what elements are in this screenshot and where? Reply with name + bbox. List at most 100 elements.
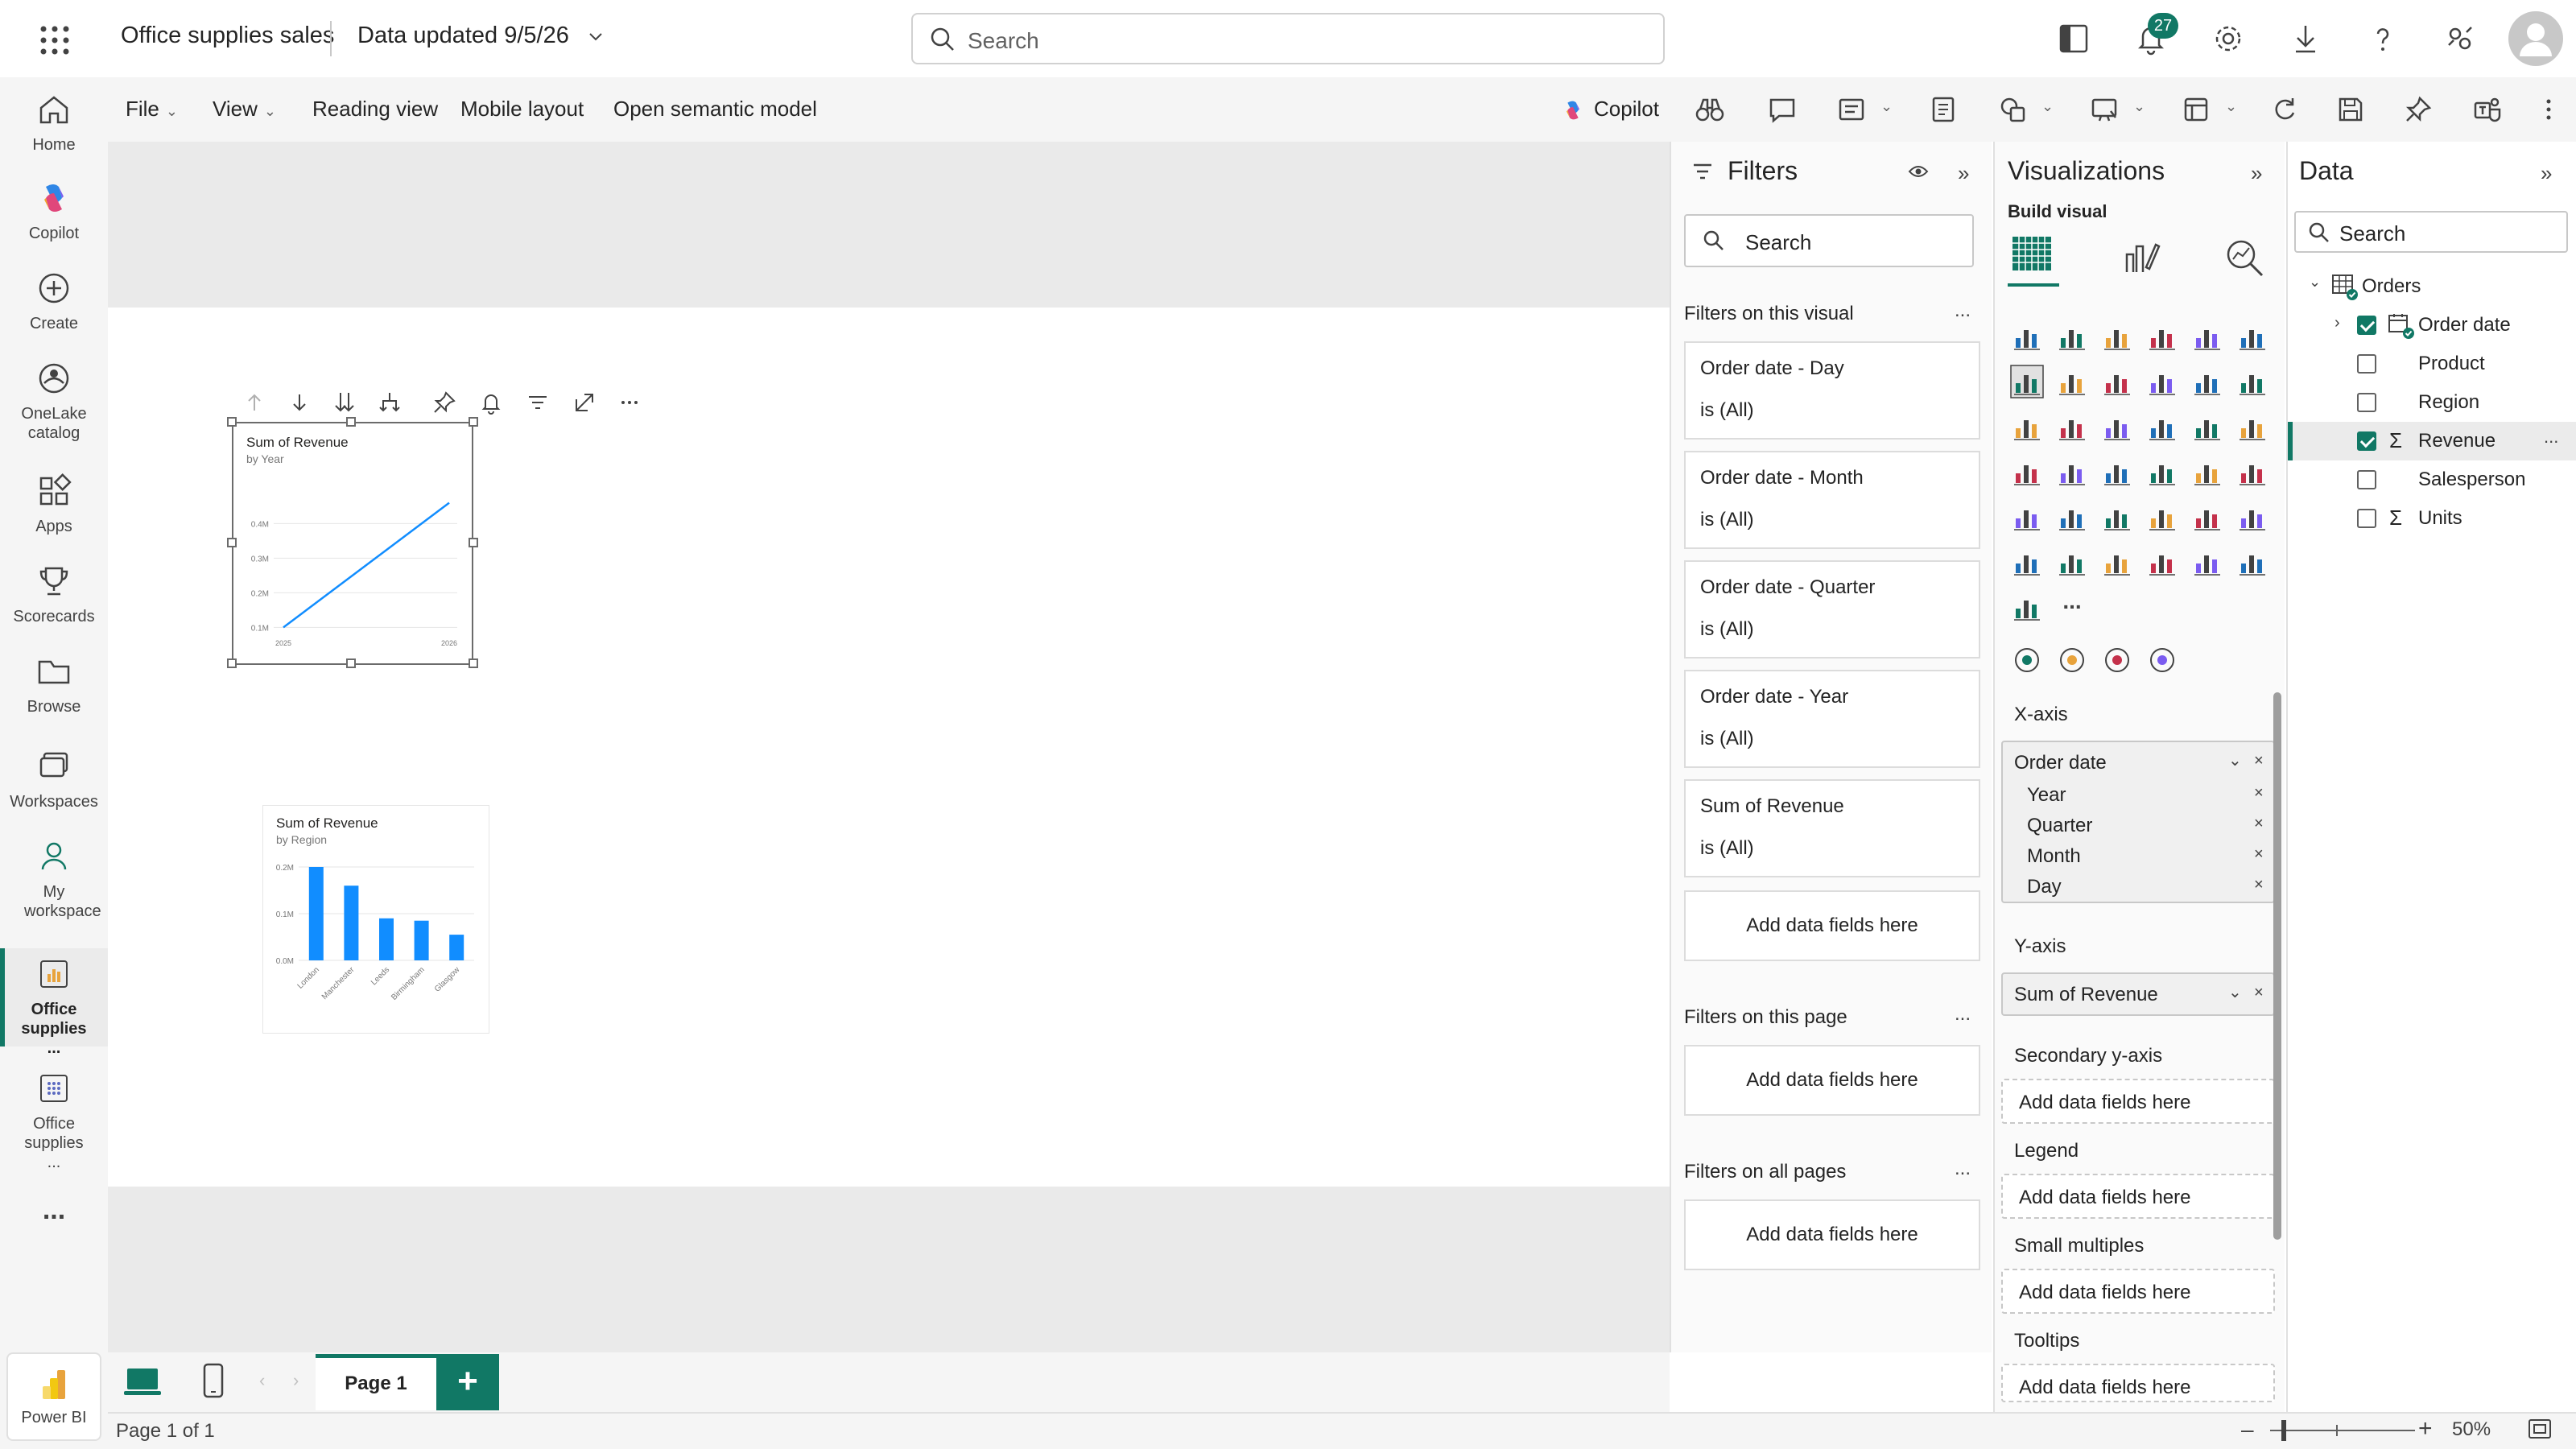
filters-on-visual-more-button[interactable]: ... [1955,299,1971,322]
resize-handle[interactable] [346,658,356,668]
nav-copilot[interactable]: Copilot [0,179,108,243]
field-salesperson[interactable]: Salesperson [2418,469,2525,491]
donut-chart-icon[interactable] [2235,409,2270,444]
y-axis-field-pill[interactable]: Sum of Revenue [2014,984,2158,1006]
chevron-down-icon[interactable]: ⌄ [2041,98,2054,115]
add-page-button[interactable]: + [436,1354,499,1410]
settings-gear-icon[interactable] [2209,19,2248,58]
ribbon-chart-icon[interactable] [2009,409,2045,444]
field-product[interactable]: Product [2418,353,2485,375]
x-axis-level-quarter[interactable]: Quarter [2027,815,2092,837]
reading-view-button[interactable]: Reading view [312,97,438,122]
map-icon[interactable] [2054,454,2090,489]
table-icon[interactable] [2054,499,2090,535]
azure-maps-extra-icon[interactable] [2009,642,2045,678]
stacked-area-chart-icon[interactable] [2099,364,2135,399]
file-menu[interactable]: File ⌄ [126,97,178,122]
download-icon[interactable] [2286,19,2325,58]
field-checkbox-product[interactable] [2357,354,2376,374]
x-axis-level-year[interactable]: Year [2027,784,2066,807]
kpi-icon[interactable] [2235,454,2270,489]
add-visual-filter-drop-zone[interactable]: Add data fields here [1684,890,1980,961]
area-chart-icon[interactable] [2054,364,2090,399]
filter-card[interactable]: Order date - Month is (All) [1684,451,1980,549]
open-semantic-model-button[interactable]: Open semantic model [613,97,817,122]
layout-icon[interactable] [2180,93,2212,126]
remove-field-icon[interactable]: × [2254,984,2264,1002]
x-axis-well[interactable]: Order date ⌄ × Year × Quarter × Month × … [2001,741,2275,903]
more-options-icon[interactable] [617,390,642,415]
format-visual-tab-icon[interactable] [2119,235,2164,280]
resize-handle[interactable] [227,658,237,668]
expand-hierarchy-icon[interactable] [377,390,402,415]
copilot-button[interactable]: Copilot [1560,97,1659,123]
nav-scorecards[interactable]: Scorecards [0,562,108,626]
nav-workspaces[interactable]: Workspaces [0,747,108,811]
chevron-down-icon[interactable]: ⌄ [2133,98,2145,115]
pie-chart-icon[interactable] [2190,409,2225,444]
power-apps-icon[interactable] [2235,544,2270,580]
field-region[interactable]: Region [2418,391,2479,414]
comment-icon[interactable] [1766,93,1798,126]
go-to-next-level-icon[interactable] [332,390,357,415]
help-icon[interactable] [2363,19,2402,58]
drill-down-icon[interactable] [287,390,312,415]
remove-field-icon[interactable]: × [2254,876,2264,894]
pane-toggle-icon[interactable] [2054,19,2093,58]
legend-drop-zone[interactable]: Add data fields here [2001,1174,2275,1219]
nav-my-workspace[interactable]: My workspace [0,837,108,921]
tab-page-1[interactable]: Page 1 [316,1354,436,1410]
fit-to-page-icon[interactable] [2528,1418,2552,1439]
azure-map-icon[interactable] [2099,454,2135,489]
nav-home[interactable]: Home [0,90,108,155]
x-axis-level-day[interactable]: Day [2027,876,2062,898]
global-search-input[interactable]: Search [911,13,1665,64]
pin-visual-icon[interactable] [431,390,457,415]
chevron-down-icon[interactable]: ⌄ [2228,982,2242,1002]
share-feedback-icon[interactable] [2441,19,2479,58]
smart-narrative-icon[interactable] [2054,544,2090,580]
filter-icon[interactable] [525,390,551,415]
zoom-level-text[interactable]: 50% [2452,1418,2491,1441]
100-stacked-area-chart-icon[interactable] [2145,364,2180,399]
focus-mode-icon[interactable] [572,390,597,415]
more-visuals-icon[interactable]: ... [2054,589,2090,625]
chevron-down-icon[interactable]: ⌄ [2228,750,2242,770]
remove-field-icon[interactable]: × [2254,815,2264,833]
zoom-out-button[interactable]: – [2241,1417,2254,1443]
field-checkbox-salesperson[interactable] [2357,470,2376,489]
binoculars-icon[interactable] [1694,93,1726,126]
app-launcher-icon[interactable] [35,21,74,60]
present-icon[interactable] [2088,93,2120,126]
line-chart-visual[interactable]: Sum of Revenue by Year 0.4M 0.3M 0.2M 0.1M 2… [232,422,473,665]
notes-icon[interactable] [1927,93,1959,126]
filter-search-input[interactable]: Search [1684,214,1974,267]
clustered-bar-chart-icon[interactable] [2099,319,2135,354]
field-checkbox-order-date[interactable] [2357,316,2376,335]
mobile-layout-button[interactable]: Mobile layout [460,97,584,122]
qa-icon[interactable] [2235,499,2270,535]
add-page-filter-drop-zone[interactable]: Add data fields here [1684,1045,1980,1116]
arcgis-map-icon[interactable] [2190,544,2225,580]
data-search-input[interactable]: Search [2294,211,2568,253]
key-influencers-icon[interactable] [2145,499,2180,535]
data-updated-label[interactable]: Data updated 9/5/26 [357,23,605,49]
decomposition-tree-icon[interactable] [2190,499,2225,535]
power-bi-switcher[interactable]: Power BI [6,1352,101,1441]
slicer-icon[interactable] [2009,499,2045,535]
x-axis-level-month[interactable]: Month [2027,845,2081,868]
nav-apps[interactable]: Apps [0,472,108,536]
shape-map-extra-icon[interactable] [2054,642,2090,678]
view-menu[interactable]: View ⌄ [213,97,276,122]
save-icon[interactable] [2334,93,2367,126]
prev-page-chevron-icon[interactable]: ‹ [259,1370,265,1391]
analytics-tab-icon[interactable] [2222,235,2267,280]
shapes-icon[interactable] [1996,93,2029,126]
refresh-icon[interactable] [2268,93,2301,126]
desktop-layout-icon[interactable] [122,1365,163,1399]
alert-bell-icon[interactable] [478,390,504,415]
collapse-visualizations-icon[interactable]: » [2251,161,2262,186]
more-options-icon[interactable] [2533,93,2565,126]
field-revenue[interactable]: Revenue [2418,430,2496,452]
teams-icon[interactable] [2471,93,2504,126]
